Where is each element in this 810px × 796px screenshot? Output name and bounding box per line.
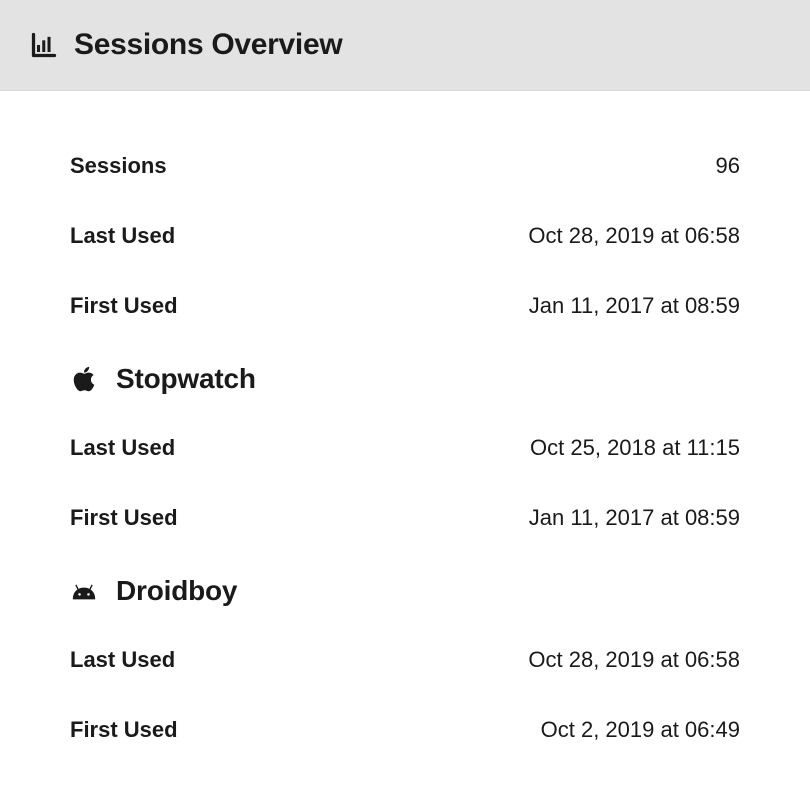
- app-row-first-used: First Used Oct 2, 2019 at 06:49: [70, 695, 740, 765]
- content-scroll-area[interactable]: Sessions 96 Last Used Oct 28, 2019 at 06…: [0, 91, 810, 787]
- last-used-value: Oct 28, 2019 at 06:58: [528, 647, 740, 673]
- app-row-first-used: First Used Jan 11, 2017 at 08:59: [70, 483, 740, 553]
- app-section-header: Stopwatch: [70, 341, 740, 413]
- app-name: Stopwatch: [116, 363, 256, 395]
- first-used-label: First Used: [70, 717, 178, 743]
- page-title: Sessions Overview: [74, 28, 342, 62]
- first-used-value: Oct 2, 2019 at 06:49: [541, 717, 740, 743]
- app-name: Droidboy: [116, 575, 237, 607]
- summary-row-last-used: Last Used Oct 28, 2019 at 06:58: [70, 201, 740, 271]
- summary-row-sessions: Sessions 96: [70, 131, 740, 201]
- sessions-label: Sessions: [70, 153, 167, 179]
- last-used-value: Oct 25, 2018 at 11:15: [530, 435, 740, 461]
- android-icon: [70, 582, 98, 600]
- sessions-value: 96: [716, 153, 740, 179]
- app-row-last-used: Last Used Oct 25, 2018 at 11:15: [70, 413, 740, 483]
- first-used-value: Jan 11, 2017 at 08:59: [529, 505, 740, 531]
- last-used-label: Last Used: [70, 223, 175, 249]
- last-used-value: Oct 28, 2019 at 06:58: [528, 223, 740, 249]
- app-section-header: Droidboy: [70, 553, 740, 625]
- summary-row-first-used: First Used Jan 11, 2017 at 08:59: [70, 271, 740, 341]
- first-used-label: First Used: [70, 505, 178, 531]
- first-used-label: First Used: [70, 293, 178, 319]
- first-used-value: Jan 11, 2017 at 08:59: [529, 293, 740, 319]
- last-used-label: Last Used: [70, 435, 175, 461]
- app-row-last-used: Last Used Oct 28, 2019 at 06:58: [70, 625, 740, 695]
- apple-icon: [70, 365, 98, 393]
- panel-header: Sessions Overview: [0, 0, 810, 91]
- bar-chart-icon: [30, 31, 58, 59]
- last-used-label: Last Used: [70, 647, 175, 673]
